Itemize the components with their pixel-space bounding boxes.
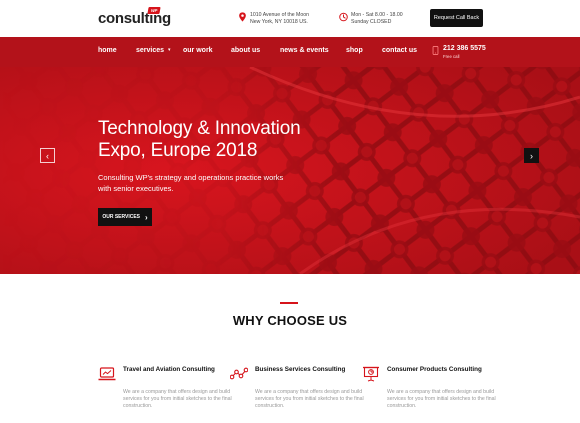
nav-item-contact-us[interactable]: contact us bbox=[382, 47, 417, 54]
feature-title[interactable]: Travel and Aviation Consulting bbox=[123, 366, 233, 374]
our-services-button[interactable]: OUR SERVICES › bbox=[98, 208, 152, 226]
nav-item-home[interactable]: home bbox=[98, 47, 117, 54]
main-nav: home services ▾ our work about us news & … bbox=[0, 37, 580, 67]
nav-item-shop[interactable]: shop bbox=[346, 47, 363, 54]
clock-icon bbox=[339, 12, 348, 22]
hero-subtitle: Consulting WP's strategy and operations … bbox=[98, 173, 284, 193]
phone-caption: Free call bbox=[443, 54, 460, 59]
map-pin-icon bbox=[239, 12, 246, 22]
address-line-1: 1010 Avenue of the Moon bbox=[250, 12, 310, 18]
section-title: WHY CHOOSE US bbox=[232, 313, 348, 328]
brand-logo-badge: WP bbox=[147, 7, 162, 14]
feature-text: We are a company that offers design and … bbox=[255, 389, 364, 409]
hero-title-line-1: Technology & Innovation bbox=[98, 118, 301, 139]
slider-prev-button[interactable]: ‹ bbox=[40, 148, 55, 163]
feature-text: We are a company that offers design and … bbox=[123, 389, 232, 409]
section-divider bbox=[280, 302, 298, 304]
hours-line-2: Sunday CLOSED bbox=[351, 19, 392, 25]
hero-title: Technology & Innovation Expo, Europe 201… bbox=[98, 118, 358, 162]
brand-logo[interactable]: consulting bbox=[98, 10, 171, 27]
chevron-right-icon: › bbox=[145, 212, 148, 222]
our-services-button-label: OUR SERVICES bbox=[102, 214, 141, 220]
nav-item-services[interactable]: services ▾ bbox=[136, 47, 171, 54]
address-line-2: New York, NY 10018 US. bbox=[250, 19, 308, 25]
chevron-down-icon: ▾ bbox=[168, 47, 171, 53]
nav-item-services-label: services bbox=[136, 47, 165, 54]
phone-icon bbox=[432, 46, 439, 55]
feature-title[interactable]: Business Services Consulting bbox=[255, 366, 365, 374]
hero-slider: Technology & Innovation Expo, Europe 201… bbox=[0, 67, 580, 274]
phone-number[interactable]: 212 386 5575 bbox=[443, 45, 486, 52]
hero-title-line-2: Expo, Europe 2018 bbox=[98, 140, 258, 161]
nav-item-about-us[interactable]: about us bbox=[231, 47, 260, 54]
address-block: 1010 Avenue of the Moon New York, NY 100… bbox=[250, 12, 309, 26]
nav-item-news-events[interactable]: news & events bbox=[280, 47, 329, 54]
feature-text: We are a company that offers design and … bbox=[387, 389, 496, 409]
presentation-icon bbox=[363, 366, 379, 382]
feature-title[interactable]: Consumer Products Consulting bbox=[387, 366, 497, 374]
slider-next-button[interactable]: › bbox=[524, 148, 539, 163]
hours-line-1: Mon - Sat 8.00 - 18.00 bbox=[351, 12, 403, 18]
laptop-icon bbox=[98, 367, 116, 381]
nav-item-our-work[interactable]: our work bbox=[183, 47, 213, 54]
request-call-back-button[interactable]: Request Call Back bbox=[430, 9, 483, 27]
hero-background-image bbox=[0, 67, 580, 274]
top-header: consulting WP 1010 Avenue of the Moon Ne… bbox=[0, 0, 580, 37]
network-icon bbox=[230, 367, 248, 380]
hours-block: Mon - Sat 8.00 - 18.00 Sunday CLOSED bbox=[351, 12, 403, 26]
